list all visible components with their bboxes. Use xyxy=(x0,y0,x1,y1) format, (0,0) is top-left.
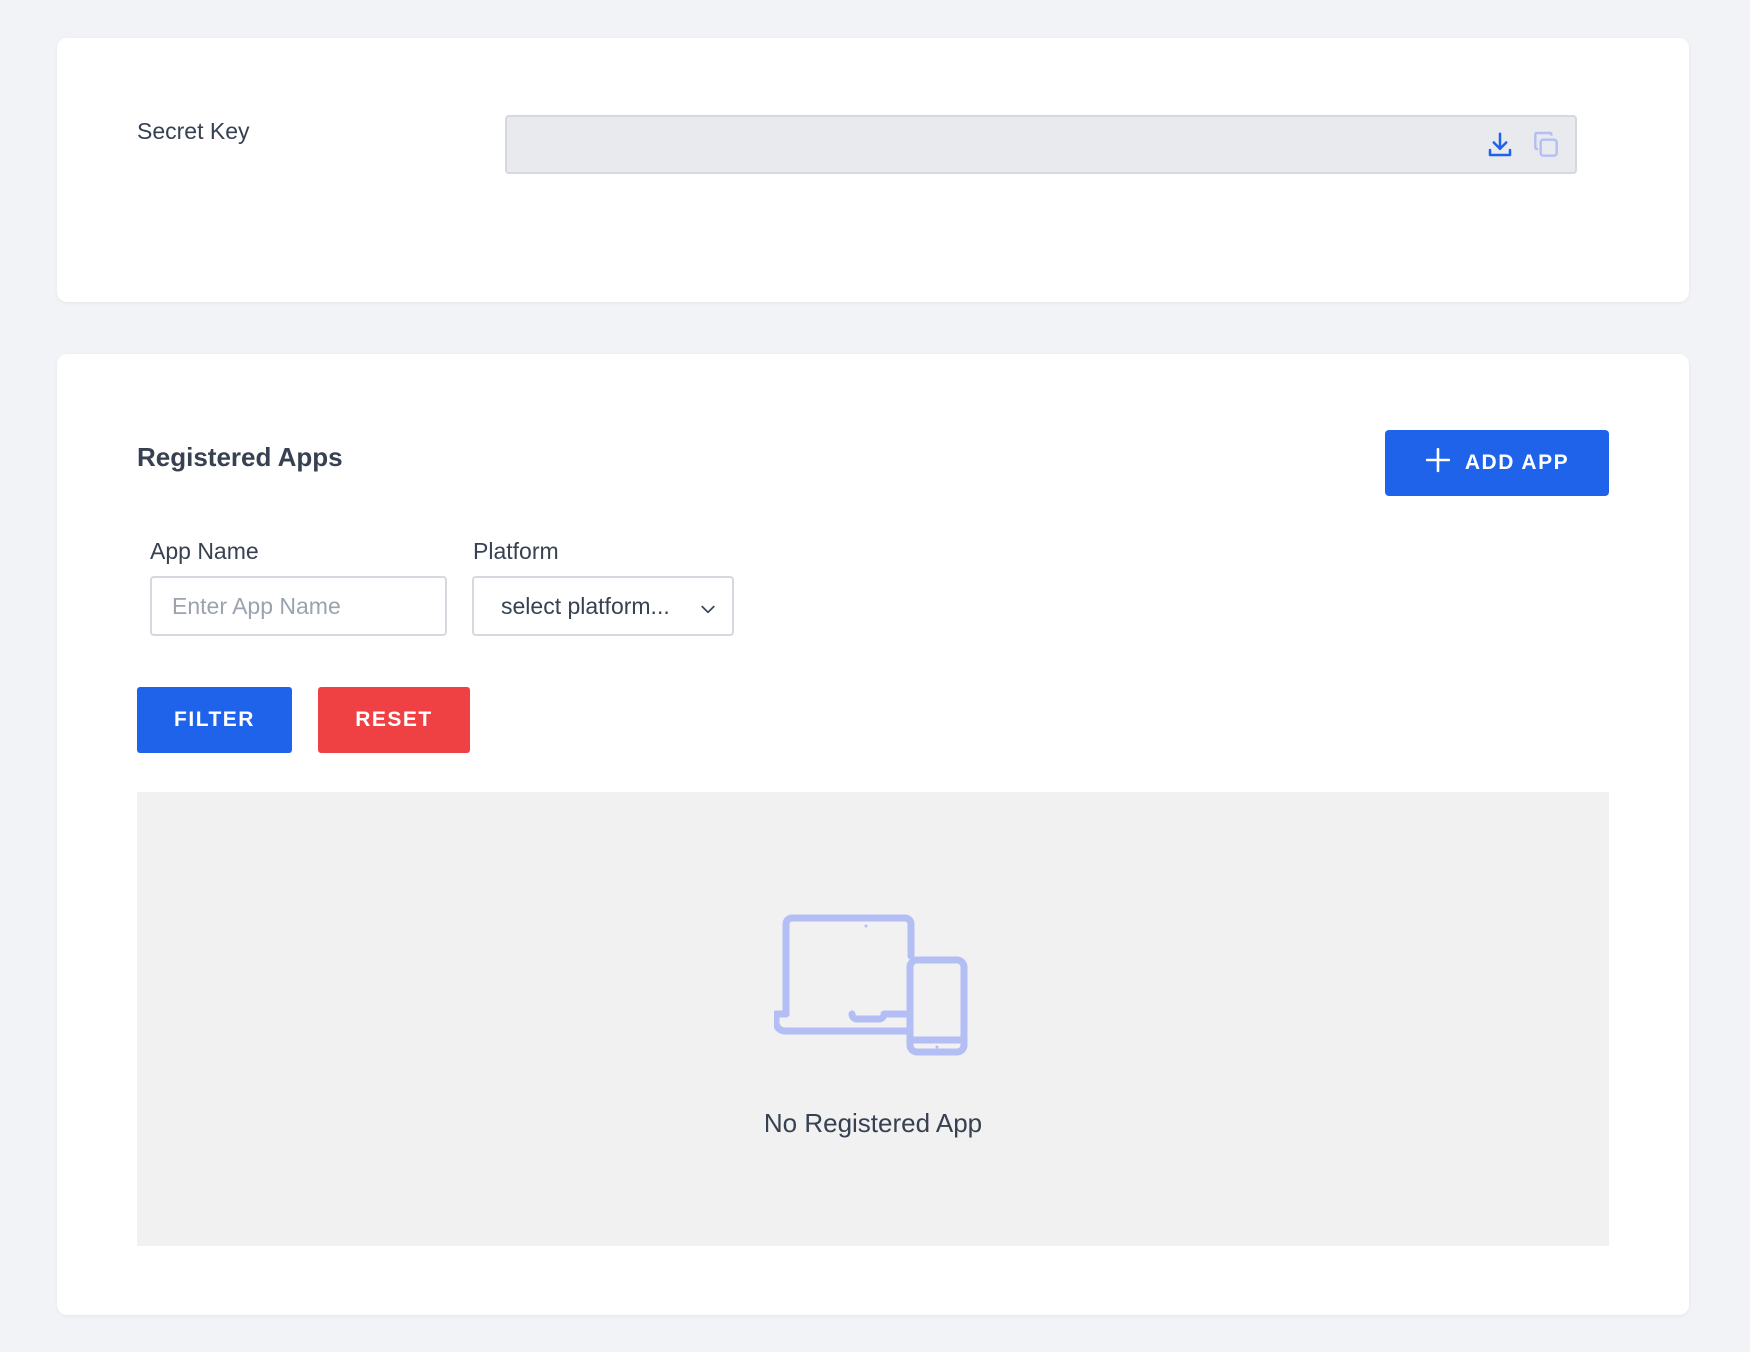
secret-key-label: Secret Key xyxy=(137,118,250,144)
reset-button[interactable]: RESET xyxy=(318,687,470,753)
add-app-button[interactable]: ADD APP xyxy=(1385,430,1609,496)
empty-state-message: No Registered App xyxy=(763,1108,983,1138)
app-name-label: App Name xyxy=(150,538,259,564)
platform-label: Platform xyxy=(473,538,559,564)
registered-apps-title: Registered Apps xyxy=(137,442,343,472)
plus-icon xyxy=(1425,447,1451,479)
platform-select[interactable]: select platform... xyxy=(472,576,734,636)
platform-selected-value: select platform... xyxy=(501,592,670,619)
empty-state-panel: No Registered App xyxy=(137,792,1609,1246)
copy-icon[interactable] xyxy=(1529,128,1563,162)
app-name-input[interactable] xyxy=(150,576,447,636)
registered-apps-card: Registered Apps ADD APP App Name Platfor… xyxy=(57,354,1689,1315)
chevron-down-icon xyxy=(698,598,718,625)
add-app-label: ADD APP xyxy=(1464,451,1570,474)
devices-icon xyxy=(772,912,974,1067)
secret-key-card: Secret Key xyxy=(57,38,1689,302)
download-icon[interactable] xyxy=(1483,128,1517,162)
filter-button[interactable]: FILTER xyxy=(137,687,292,753)
secret-key-field[interactable] xyxy=(505,115,1577,174)
